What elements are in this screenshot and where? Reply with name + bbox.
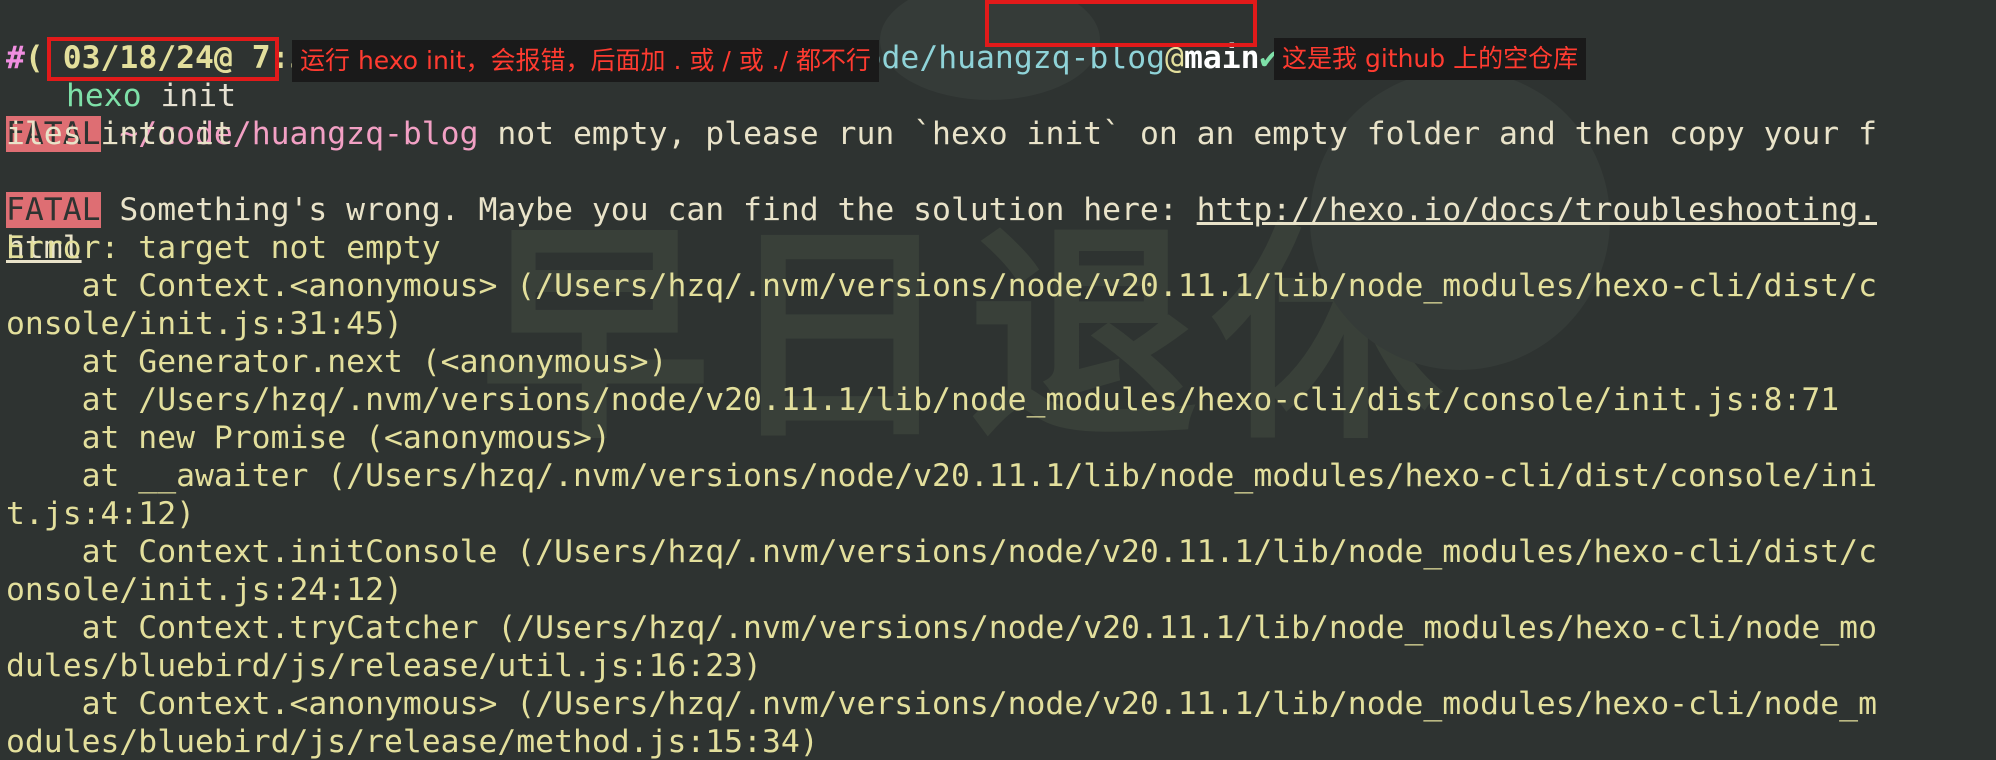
highlight-box-path bbox=[985, 0, 1257, 47]
stack-line: odules/bluebird/js/release/method.js:15:… bbox=[6, 724, 819, 760]
stack-line: at /Users/hzq/.nvm/versions/node/v20.11.… bbox=[6, 382, 1840, 418]
stack-line: at Context.<anonymous> (/Users/hzq/.nvm/… bbox=[6, 686, 1877, 722]
fatal-message-2: Something's wrong. Maybe you can find th… bbox=[100, 192, 1197, 228]
stack-line: onsole/init.js:24:12) bbox=[6, 572, 403, 608]
highlight-box-command bbox=[47, 37, 279, 81]
annotation-note-repo: 这是我 github 上的空仓库 bbox=[1274, 38, 1587, 80]
stack-line: dules/bluebird/js/release/util.js:16:23) bbox=[6, 648, 762, 684]
stack-line: at Generator.next (<anonymous>) bbox=[6, 344, 668, 380]
fatal-line-1-cont: iles into it bbox=[6, 116, 233, 152]
annotation-note-init: 运行 hexo init，会报错，后面加 . 或 / 或 ./ 都不行 bbox=[292, 40, 879, 82]
stack-line: at Context.<anonymous> (/Users/hzq/.nvm/… bbox=[6, 268, 1877, 304]
stack-line: at Context.initConsole (/Users/hzq/.nvm/… bbox=[6, 534, 1877, 570]
terminal-window[interactable]: 早日退休 #( 03/18/24@ 7:38下午 )( hzq@huangzq-… bbox=[0, 0, 1996, 760]
prompt-hash: # bbox=[6, 40, 25, 76]
fatal-line-2: FATAL Something's wrong. Maybe you can f… bbox=[6, 153, 1877, 228]
stack-line: onsole/init.js:31:45) bbox=[6, 306, 403, 342]
fatal-line-2-cont: html bbox=[6, 191, 82, 266]
stack-line: t.js:4:12) bbox=[6, 496, 195, 532]
fatal-message-1: not empty, please run `hexo init` on an … bbox=[478, 116, 1877, 152]
stack-line: at new Promise (<anonymous>) bbox=[6, 420, 611, 456]
stack-line: at __awaiter (/Users/hzq/.nvm/versions/n… bbox=[6, 458, 1877, 494]
fatal-line-1: FATAL ~/code/huangzq-blog not empty, ple… bbox=[6, 77, 1877, 152]
error-line: Error: target not empty bbox=[6, 230, 441, 266]
troubleshooting-link[interactable]: http://hexo.io/docs/troubleshooting. bbox=[1197, 192, 1877, 228]
stack-line: at Context.tryCatcher (/Users/hzq/.nvm/v… bbox=[6, 610, 1877, 646]
